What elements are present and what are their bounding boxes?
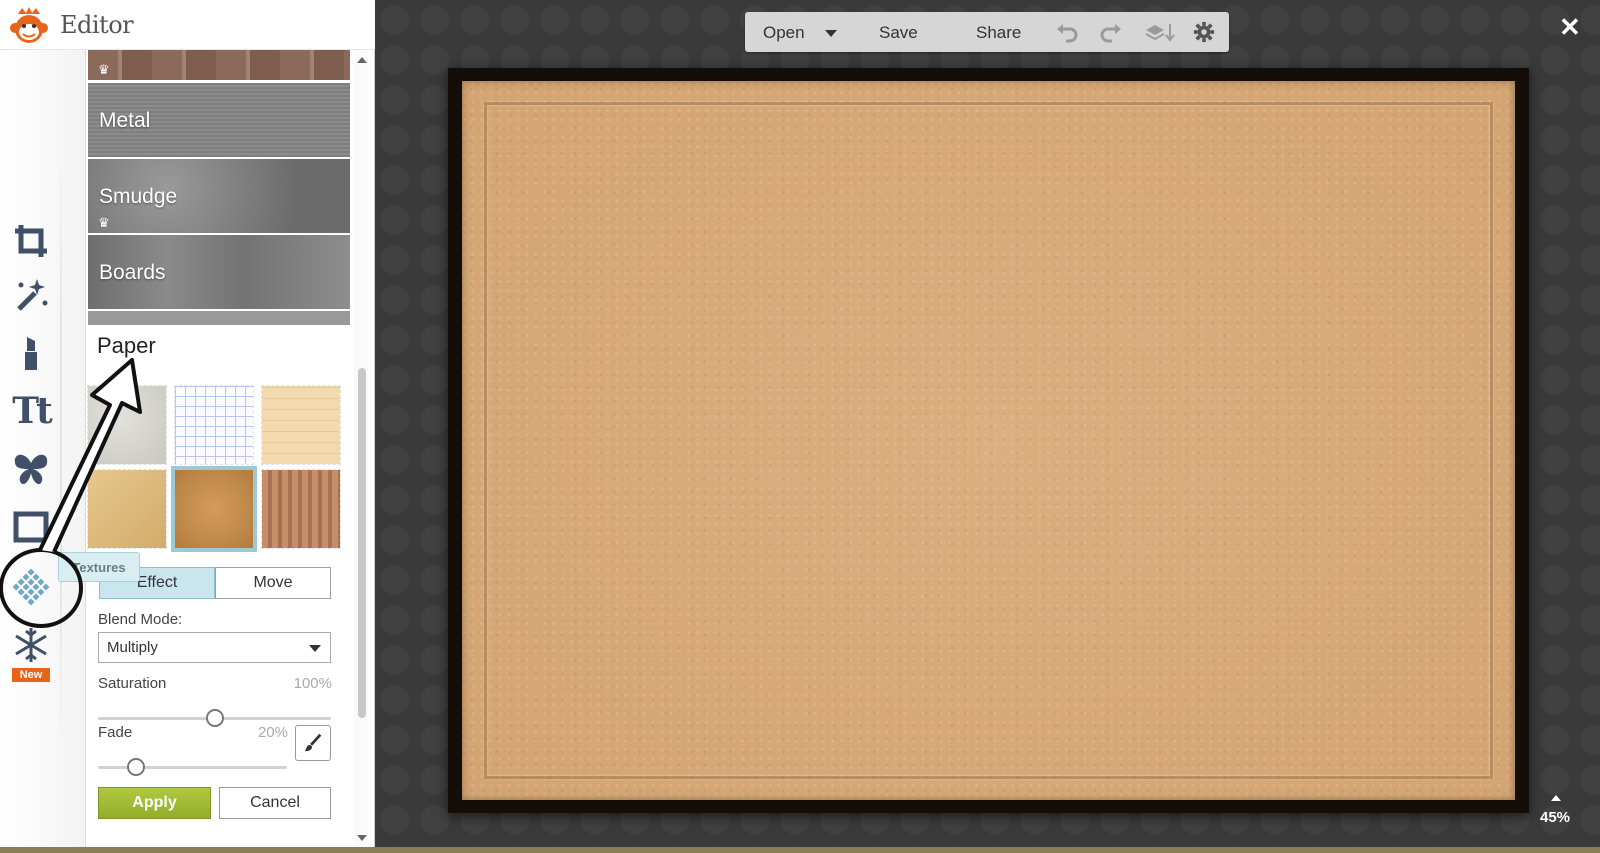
canvas-inner-border xyxy=(484,102,1493,779)
close-editor-button[interactable]: ✕ xyxy=(1559,12,1581,43)
category-label: Metal xyxy=(99,109,151,132)
lipstick-icon xyxy=(25,337,37,370)
category-paper-banner[interactable] xyxy=(88,311,350,325)
texture-thumbnail[interactable] xyxy=(261,385,341,465)
top-toolbar: Open Save Share xyxy=(745,12,1229,52)
bottom-strip xyxy=(0,847,1600,853)
fade-label: Fade xyxy=(98,724,133,741)
category-label: Smudge xyxy=(99,185,178,208)
snowflake-icon xyxy=(15,628,47,662)
premium-crown-icon: ♛ xyxy=(98,62,110,77)
texture-thumbnail[interactable] xyxy=(174,385,254,465)
rail-divider xyxy=(60,150,62,750)
app-header: Editor xyxy=(0,0,375,50)
tab-move[interactable]: Move xyxy=(215,567,331,599)
premium-crown-icon: ♛ xyxy=(98,215,110,230)
texture-thumbnail[interactable] xyxy=(87,469,167,549)
saturation-value: 100% xyxy=(293,675,332,692)
category-brick[interactable]: ♛ xyxy=(88,50,350,80)
category-metal[interactable]: Metal xyxy=(88,83,350,157)
overlays-tool[interactable] xyxy=(8,446,54,492)
scroll-down-arrow-icon[interactable] xyxy=(357,835,367,841)
fade-value: 20% xyxy=(257,724,288,741)
magic-wand-icon xyxy=(17,279,48,311)
share-button[interactable]: Share xyxy=(976,23,1021,43)
chevron-down-icon xyxy=(309,645,321,652)
texture-thumbnail[interactable] xyxy=(87,385,167,465)
saturation-slider-knob[interactable] xyxy=(205,709,224,727)
frames-tool[interactable] xyxy=(8,504,54,550)
category-boards[interactable]: Boards xyxy=(88,235,350,309)
blend-mode-label: Blend Mode: xyxy=(98,611,183,628)
crop-icon xyxy=(15,225,47,257)
effects-tool[interactable] xyxy=(8,272,54,318)
open-dropdown-caret[interactable] xyxy=(825,30,837,37)
zoom-expand-icon[interactable] xyxy=(1551,795,1561,801)
redo-icon[interactable] xyxy=(1099,21,1123,43)
frame-icon xyxy=(13,511,49,543)
section-title: Paper xyxy=(97,333,156,358)
save-button[interactable]: Save xyxy=(879,23,918,43)
blend-mode-value: Multiply xyxy=(107,639,158,656)
text-tool[interactable]: Tt xyxy=(8,388,54,434)
textures-icon xyxy=(12,568,50,606)
fade-slider-knob[interactable] xyxy=(126,758,145,776)
app-title: Editor xyxy=(60,10,134,39)
texture-thumbnail-selected[interactable] xyxy=(171,466,257,552)
scrollbar-thumb[interactable] xyxy=(358,368,366,718)
text-icon: Tt xyxy=(12,390,52,432)
undo-icon[interactable] xyxy=(1055,21,1079,43)
tool-rail: Tt New xyxy=(0,0,86,848)
butterfly-icon xyxy=(14,454,48,485)
touch-up-tool[interactable] xyxy=(8,330,54,376)
open-button[interactable]: Open xyxy=(763,23,805,43)
settings-gear-icon[interactable] xyxy=(1193,21,1217,43)
paintbrush-icon xyxy=(304,733,322,752)
crop-tool[interactable] xyxy=(8,218,54,264)
textures-tool[interactable] xyxy=(8,564,54,610)
saturation-label: Saturation xyxy=(98,675,167,692)
brush-button[interactable] xyxy=(295,725,331,761)
monkey-logo-icon xyxy=(10,6,48,43)
cancel-button[interactable]: Cancel xyxy=(219,787,331,819)
seasonal-tool[interactable] xyxy=(8,622,54,668)
scroll-up-arrow-icon[interactable] xyxy=(357,57,367,63)
category-smudge[interactable]: Smudge ♛ xyxy=(88,159,350,233)
layers-icon[interactable] xyxy=(1144,21,1176,43)
apply-button[interactable]: Apply xyxy=(98,787,211,819)
blend-mode-select[interactable]: Multiply xyxy=(98,632,331,663)
texture-thumbnail[interactable] xyxy=(261,469,341,549)
category-label: Boards xyxy=(99,261,166,284)
textures-tooltip: Textures xyxy=(58,552,140,582)
new-badge: New xyxy=(12,668,50,682)
zoom-level[interactable]: 45% xyxy=(1540,809,1570,826)
